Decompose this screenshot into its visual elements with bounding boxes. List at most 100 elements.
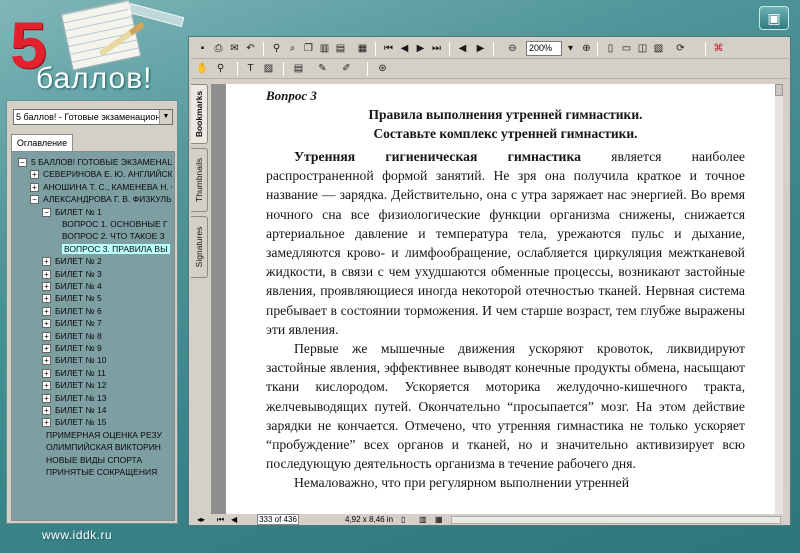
undo-icon[interactable]: ↶ xyxy=(243,41,258,56)
tree-item[interactable]: + СЕВЕРИНОВА Е. Ю. АНГЛИЙСКИ xyxy=(30,168,172,180)
horizontal-scrollbar[interactable] xyxy=(451,516,781,524)
fit-width-icon[interactable]: ◫ xyxy=(635,41,650,56)
copy-icon[interactable]: ❐ xyxy=(301,41,316,56)
scroll-thumb[interactable] xyxy=(775,84,783,96)
tree-item[interactable]: + БИЛЕТ № 10 xyxy=(42,354,172,366)
app-menu-icon[interactable]: ▣ xyxy=(759,6,789,30)
expand-icon[interactable]: + xyxy=(42,381,51,391)
tree-item[interactable]: ВОПРОС 1. ОСНОВНЫЕ Г xyxy=(58,218,172,230)
tree-item[interactable]: + БИЛЕТ № 2 xyxy=(42,255,172,267)
show-pane-icon[interactable]: ▦ xyxy=(355,41,370,56)
tree-item[interactable]: + БИЛЕТ № 4 xyxy=(42,280,172,292)
tab-thumbnails[interactable]: Thumbnails xyxy=(191,148,208,212)
expand-icon[interactable]: + xyxy=(42,319,51,329)
actual-size-icon[interactable]: ▯ xyxy=(603,41,618,56)
expand-icon[interactable]: + xyxy=(42,406,51,415)
zoom-tool-icon[interactable]: ⚲ xyxy=(213,61,228,76)
acrobat-icon[interactable]: ⌘ xyxy=(711,41,726,56)
page-number-field[interactable]: 333 of 436 xyxy=(257,514,299,525)
tree-item[interactable]: + БИЛЕТ № 6 xyxy=(42,305,172,317)
reflow-icon[interactable]: ▧ xyxy=(651,41,666,56)
vertical-scrollbar[interactable] xyxy=(775,84,783,514)
bookmark-icon[interactable]: ▤ xyxy=(333,41,348,56)
rotate-icon[interactable]: ⟳ xyxy=(673,41,688,56)
tree-item[interactable]: + БИЛЕТ № 8 xyxy=(42,330,172,342)
tree-item[interactable]: НОВЫЕ ВИДЫ СПОРТА xyxy=(42,454,172,466)
tree-item[interactable]: + БИЛЕТ № 12 xyxy=(42,379,172,391)
document-area[interactable]: Вопрос 3 Правила выполнения утренней гим… xyxy=(211,84,783,514)
tree-item[interactable]: + АНОШИНА Т. С., КАМЕНЕВА Н. С xyxy=(30,181,172,193)
highlight-tool-icon[interactable]: ✐ xyxy=(339,61,354,76)
collapse-icon[interactable]: − xyxy=(42,207,51,217)
expand-icon[interactable]: + xyxy=(42,331,51,341)
forward-icon[interactable]: ▶ xyxy=(473,41,488,56)
single-page-icon[interactable]: ▯ xyxy=(401,514,405,525)
expand-icon[interactable]: + xyxy=(30,182,39,192)
tree-item[interactable]: −5 БАЛЛОВ! ГОТОВЫЕ ЭКЗАМЕНАЦИ xyxy=(18,156,172,168)
tree-item[interactable]: ВОПРОС 2. ЧТО ТАКОЕ З xyxy=(58,230,172,242)
save-icon[interactable]: ▪ xyxy=(195,41,210,56)
expand-icon[interactable]: + xyxy=(42,294,51,304)
collapse-icon[interactable]: − xyxy=(18,158,27,167)
fit-page-icon[interactable]: ▭ xyxy=(619,41,634,56)
site-url[interactable]: www.iddk.ru xyxy=(42,528,112,542)
expand-icon[interactable]: + xyxy=(42,368,51,378)
tab-contents[interactable]: Оглавление xyxy=(11,134,73,152)
tree-item[interactable]: + БИЛЕТ № 9 xyxy=(42,342,172,354)
pencil-tool-icon[interactable]: ✎ xyxy=(315,61,330,76)
tree-item[interactable]: + БИЛЕТ № 3 xyxy=(42,268,172,280)
expand-icon[interactable]: + xyxy=(42,344,51,353)
chevron-down-icon[interactable]: ▾ xyxy=(563,41,578,56)
find-icon[interactable]: ⌕ xyxy=(285,41,300,56)
prev-page-icon[interactable]: ◀ xyxy=(397,41,412,56)
continuous-icon[interactable]: ▥ xyxy=(419,514,427,525)
tree-item[interactable]: − АЛЕКСАНДРОВА Г. В. ФИЗКУЛЬ xyxy=(30,193,172,205)
collection-select[interactable]: 5 баллов! - Готовые экзаменацион ▼ xyxy=(13,109,173,125)
zoom-out-icon[interactable]: ⊖ xyxy=(505,41,520,56)
expand-icon[interactable]: + xyxy=(42,282,51,291)
zoom-field[interactable]: 200% xyxy=(526,41,562,56)
text-select-icon[interactable]: ▥ xyxy=(317,41,332,56)
chevron-down-icon[interactable]: ▼ xyxy=(159,110,172,124)
first-page-icon[interactable]: ⏮ xyxy=(381,41,396,56)
tree-item[interactable]: + БИЛЕТ № 13 xyxy=(42,392,172,404)
note-tool-icon[interactable]: ▤ xyxy=(291,61,306,76)
back-icon[interactable]: ◀ xyxy=(455,41,470,56)
facing-icon[interactable]: ▦ xyxy=(435,514,443,525)
first-page-icon[interactable]: ⏮ xyxy=(217,514,224,525)
tab-signatures[interactable]: Signatures xyxy=(191,216,208,278)
expand-icon[interactable]: + xyxy=(42,257,51,267)
stamp-tool-icon[interactable]: ⊛ xyxy=(375,61,390,76)
tree-item[interactable]: ОЛИМПИЙСКАЯ ВИКТОРИН xyxy=(42,441,172,453)
collapse-icon[interactable]: − xyxy=(30,195,39,205)
tree-item[interactable]: + БИЛЕТ № 5 xyxy=(42,292,172,304)
print-icon[interactable]: ⎙ xyxy=(211,41,226,56)
text-tool-icon[interactable]: T xyxy=(243,61,258,76)
graphics-select-icon[interactable]: ▨ xyxy=(261,61,276,76)
tree-item[interactable]: ВОПРОС 3. ПРАВИЛА ВЫ xyxy=(58,243,172,255)
tree-item-label: БИЛЕТ № 1 xyxy=(55,206,102,217)
tree-item[interactable]: ПРИНЯТЫЕ СОКРАЩЕНИЯ xyxy=(42,466,172,478)
search-icon[interactable]: ⚲ xyxy=(269,41,284,56)
expand-icon[interactable]: + xyxy=(42,356,51,366)
tab-bookmarks[interactable]: Bookmarks xyxy=(191,84,208,144)
expand-icon[interactable]: + xyxy=(30,170,39,180)
next-page-icon[interactable]: ▶ xyxy=(413,41,428,56)
prev-page-icon[interactable]: ◀ xyxy=(231,514,237,525)
expand-icon[interactable]: + xyxy=(42,306,51,316)
tree-item[interactable]: + БИЛЕТ № 14 xyxy=(42,404,172,416)
expand-icon[interactable]: + xyxy=(42,269,51,279)
last-page-icon[interactable]: ⏭ xyxy=(429,41,444,56)
email-icon[interactable]: ✉ xyxy=(227,41,242,56)
hand-tool-icon[interactable]: ✋ xyxy=(195,61,210,76)
paragraph-1-term: Утренняя гигиеническая гимнастика xyxy=(294,149,581,164)
tree-item[interactable]: + БИЛЕТ № 11 xyxy=(42,367,172,379)
tree-item[interactable]: ПРИМЕРНАЯ ОЦЕНКА РЕЗУ xyxy=(42,429,172,441)
zoom-in-icon[interactable]: ⊕ xyxy=(579,41,594,56)
expand-icon[interactable]: + xyxy=(42,418,51,428)
expand-icon[interactable]: + xyxy=(42,393,51,403)
tree-item[interactable]: − БИЛЕТ № 1 xyxy=(42,206,172,218)
tree-item[interactable]: + БИЛЕТ № 7 xyxy=(42,317,172,329)
tree-item[interactable]: + БИЛЕТ № 15 xyxy=(42,416,172,428)
page-layout-icon[interactable]: ◂▸ xyxy=(197,514,205,525)
